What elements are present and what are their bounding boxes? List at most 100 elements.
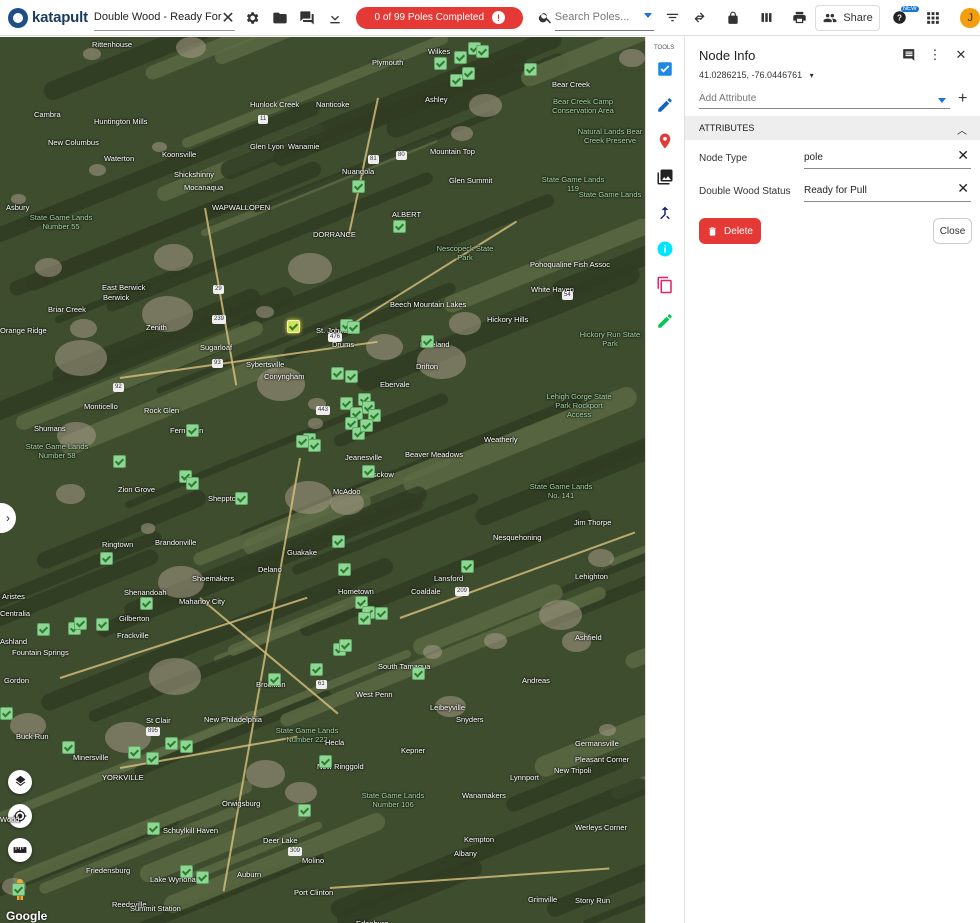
layers-icon[interactable] bbox=[8, 770, 32, 794]
cleared-area bbox=[288, 253, 332, 284]
comment-icon[interactable] bbox=[900, 46, 918, 64]
pole-marker[interactable] bbox=[113, 455, 126, 468]
pole-marker[interactable] bbox=[146, 752, 159, 765]
collapse-chevron-up-icon[interactable]: ︿ bbox=[957, 122, 967, 137]
merge-arrows-icon[interactable] bbox=[686, 4, 713, 32]
chat-icon[interactable] bbox=[293, 4, 320, 32]
pole-marker[interactable] bbox=[412, 667, 425, 680]
close-panel-icon[interactable]: ✕ bbox=[952, 46, 970, 64]
share-button[interactable]: Share bbox=[815, 4, 880, 31]
more-vert-icon[interactable]: ⋮ bbox=[926, 46, 944, 64]
pole-marker[interactable] bbox=[461, 560, 474, 573]
pole-marker[interactable] bbox=[338, 563, 351, 576]
filter-icon[interactable] bbox=[658, 4, 685, 32]
pole-marker[interactable] bbox=[360, 419, 373, 432]
measure-ruler-icon[interactable] bbox=[8, 838, 32, 862]
pole-marker[interactable] bbox=[296, 435, 309, 448]
pencil-tool-icon[interactable] bbox=[646, 87, 684, 123]
expand-side-panel-chevron-icon[interactable]: › bbox=[0, 503, 16, 533]
katapult-logo[interactable]: katapult bbox=[8, 7, 88, 28]
location-pin-tool-icon[interactable] bbox=[646, 123, 684, 159]
panel-title: Node Info bbox=[699, 48, 756, 63]
pole-marker[interactable] bbox=[12, 883, 25, 896]
delete-button[interactable]: Delete bbox=[699, 218, 761, 244]
pole-marker[interactable] bbox=[186, 477, 199, 490]
search-poles-input[interactable]: Search Poles... bbox=[554, 5, 655, 31]
pole-marker[interactable] bbox=[298, 804, 311, 817]
pole-marker[interactable] bbox=[62, 741, 75, 754]
close-button[interactable]: Close bbox=[933, 218, 972, 244]
pole-marker[interactable] bbox=[0, 707, 13, 720]
pole-marker[interactable] bbox=[339, 639, 352, 652]
satellite-map[interactable]: › Google Rittenhouse Plymouth Wilkes Bear C… bbox=[0, 37, 645, 923]
pole-marker[interactable] bbox=[462, 67, 475, 80]
pole-marker[interactable] bbox=[434, 57, 447, 70]
coordinates-expand-chevron-icon[interactable]: ▾ bbox=[810, 71, 814, 80]
pole-marker[interactable] bbox=[352, 180, 365, 193]
pole-marker[interactable] bbox=[362, 465, 375, 478]
copy-tool-icon[interactable] bbox=[646, 267, 684, 303]
pole-marker[interactable] bbox=[96, 618, 109, 631]
pole-marker[interactable] bbox=[524, 63, 537, 76]
download-icon[interactable] bbox=[321, 4, 348, 32]
pole-marker[interactable] bbox=[375, 607, 388, 620]
job-selector[interactable]: Double Wood - Ready For Pull ✕ bbox=[93, 5, 235, 31]
pole-marker[interactable] bbox=[235, 492, 248, 505]
print-icon[interactable] bbox=[786, 4, 813, 32]
pole-marker[interactable] bbox=[128, 746, 141, 759]
pole-marker[interactable] bbox=[147, 822, 160, 835]
folder-icon[interactable] bbox=[266, 4, 293, 32]
apps-grid-icon[interactable] bbox=[919, 4, 946, 32]
pole-marker[interactable] bbox=[308, 439, 321, 452]
user-avatar[interactable]: J bbox=[960, 7, 980, 28]
pole-marker[interactable] bbox=[454, 51, 467, 64]
info-tool-icon[interactable] bbox=[646, 231, 684, 267]
pole-marker[interactable] bbox=[476, 45, 489, 58]
pole-marker[interactable] bbox=[186, 424, 199, 437]
pole-marker[interactable] bbox=[37, 623, 50, 636]
pole-marker[interactable] bbox=[421, 335, 434, 348]
selected-pole-marker[interactable] bbox=[287, 320, 300, 333]
pole-marker[interactable] bbox=[332, 535, 345, 548]
help-icon[interactable]: ? NEW bbox=[886, 4, 919, 32]
pole-marker[interactable] bbox=[268, 673, 281, 686]
pole-marker[interactable] bbox=[180, 865, 193, 878]
merge-tool-icon[interactable] bbox=[646, 195, 684, 231]
clear-attribute-icon[interactable]: ✕ bbox=[957, 180, 969, 197]
checklist-tool-icon[interactable] bbox=[646, 51, 684, 87]
attribute-value-field[interactable]: pole ✕ bbox=[804, 145, 971, 169]
map-place-label: Lehighton bbox=[575, 572, 608, 581]
columns-icon[interactable] bbox=[753, 4, 780, 32]
pole-marker[interactable] bbox=[180, 740, 193, 753]
poles-completed-progress[interactable]: 0 of 99 Poles Completed ! bbox=[356, 6, 524, 29]
pole-marker[interactable] bbox=[347, 321, 360, 334]
pole-marker[interactable] bbox=[331, 367, 344, 380]
add-attribute-plus-icon[interactable]: + bbox=[958, 90, 967, 108]
pole-marker[interactable] bbox=[393, 220, 406, 233]
map-place-label: Plymouth bbox=[372, 58, 404, 67]
pole-marker[interactable] bbox=[358, 612, 371, 625]
lock-icon[interactable] bbox=[719, 4, 746, 32]
progress-info-icon[interactable]: ! bbox=[492, 11, 506, 24]
pole-marker[interactable] bbox=[196, 871, 209, 884]
pole-marker[interactable] bbox=[319, 755, 332, 768]
pole-marker[interactable] bbox=[140, 597, 153, 610]
add-attribute-caret-icon[interactable] bbox=[938, 98, 946, 103]
pole-marker[interactable] bbox=[310, 663, 323, 676]
attributes-section-header[interactable]: ATTRIBUTES ︿ bbox=[685, 116, 980, 140]
attribute-value-field[interactable]: Ready for Pull ✕ bbox=[804, 178, 971, 202]
clear-job-icon[interactable]: ✕ bbox=[221, 8, 234, 28]
map-place-label: Ashland bbox=[0, 637, 28, 646]
clear-attribute-icon[interactable]: ✕ bbox=[957, 147, 969, 164]
pole-marker[interactable] bbox=[74, 617, 87, 630]
pole-marker[interactable] bbox=[450, 74, 463, 87]
add-attribute-select[interactable]: Add Attribute bbox=[699, 93, 950, 109]
pole-marker[interactable] bbox=[345, 370, 358, 383]
settings-gear-icon[interactable] bbox=[239, 4, 266, 32]
pole-marker[interactable] bbox=[100, 552, 113, 565]
search-dropdown-caret-icon[interactable] bbox=[644, 12, 653, 18]
edit-green-tool-icon[interactable] bbox=[646, 303, 684, 339]
pole-marker[interactable] bbox=[165, 737, 178, 750]
photos-tool-icon[interactable] bbox=[646, 159, 684, 195]
node-coordinates[interactable]: 41.0286215, -76.0446761 ▾ bbox=[699, 70, 814, 80]
